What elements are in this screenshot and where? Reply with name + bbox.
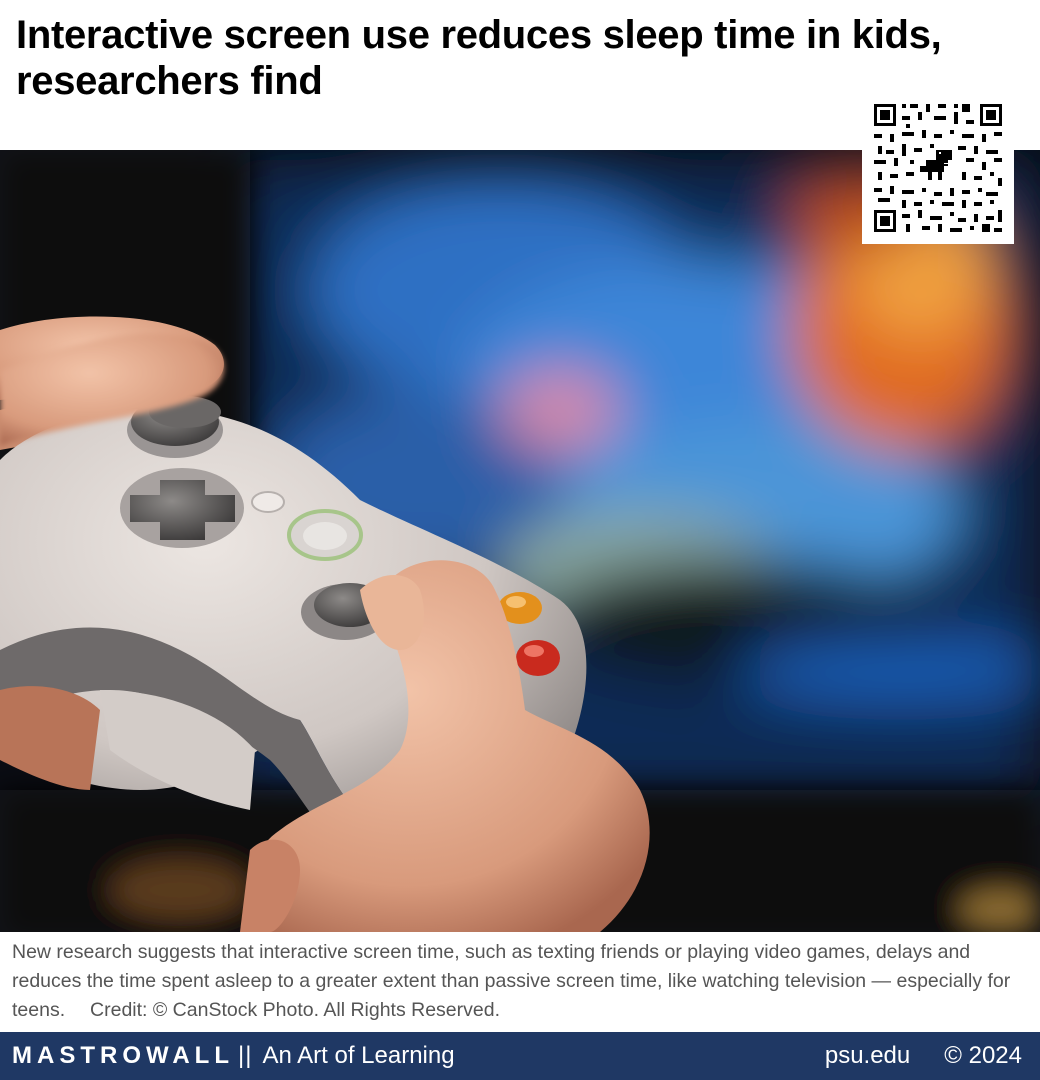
game-controller-photo	[0, 150, 1040, 932]
footer-bar: MASTROWALL || An Art of Learning psu.edu…	[0, 1032, 1040, 1080]
footer-site-link[interactable]: psu.edu	[825, 1042, 910, 1070]
photo-caption: New research suggests that interactive s…	[12, 941, 1011, 1021]
footer-tagline: An Art of Learning	[262, 1042, 455, 1069]
headline: Interactive screen use reduces sleep tim…	[16, 13, 942, 103]
hero-photo	[0, 150, 1040, 932]
footer-brand: MASTROWALL	[12, 1042, 234, 1069]
qr-code[interactable]	[862, 96, 1014, 244]
footer-separator: ||	[237, 1042, 253, 1069]
footer-copyright: © 2024	[944, 1042, 1022, 1069]
